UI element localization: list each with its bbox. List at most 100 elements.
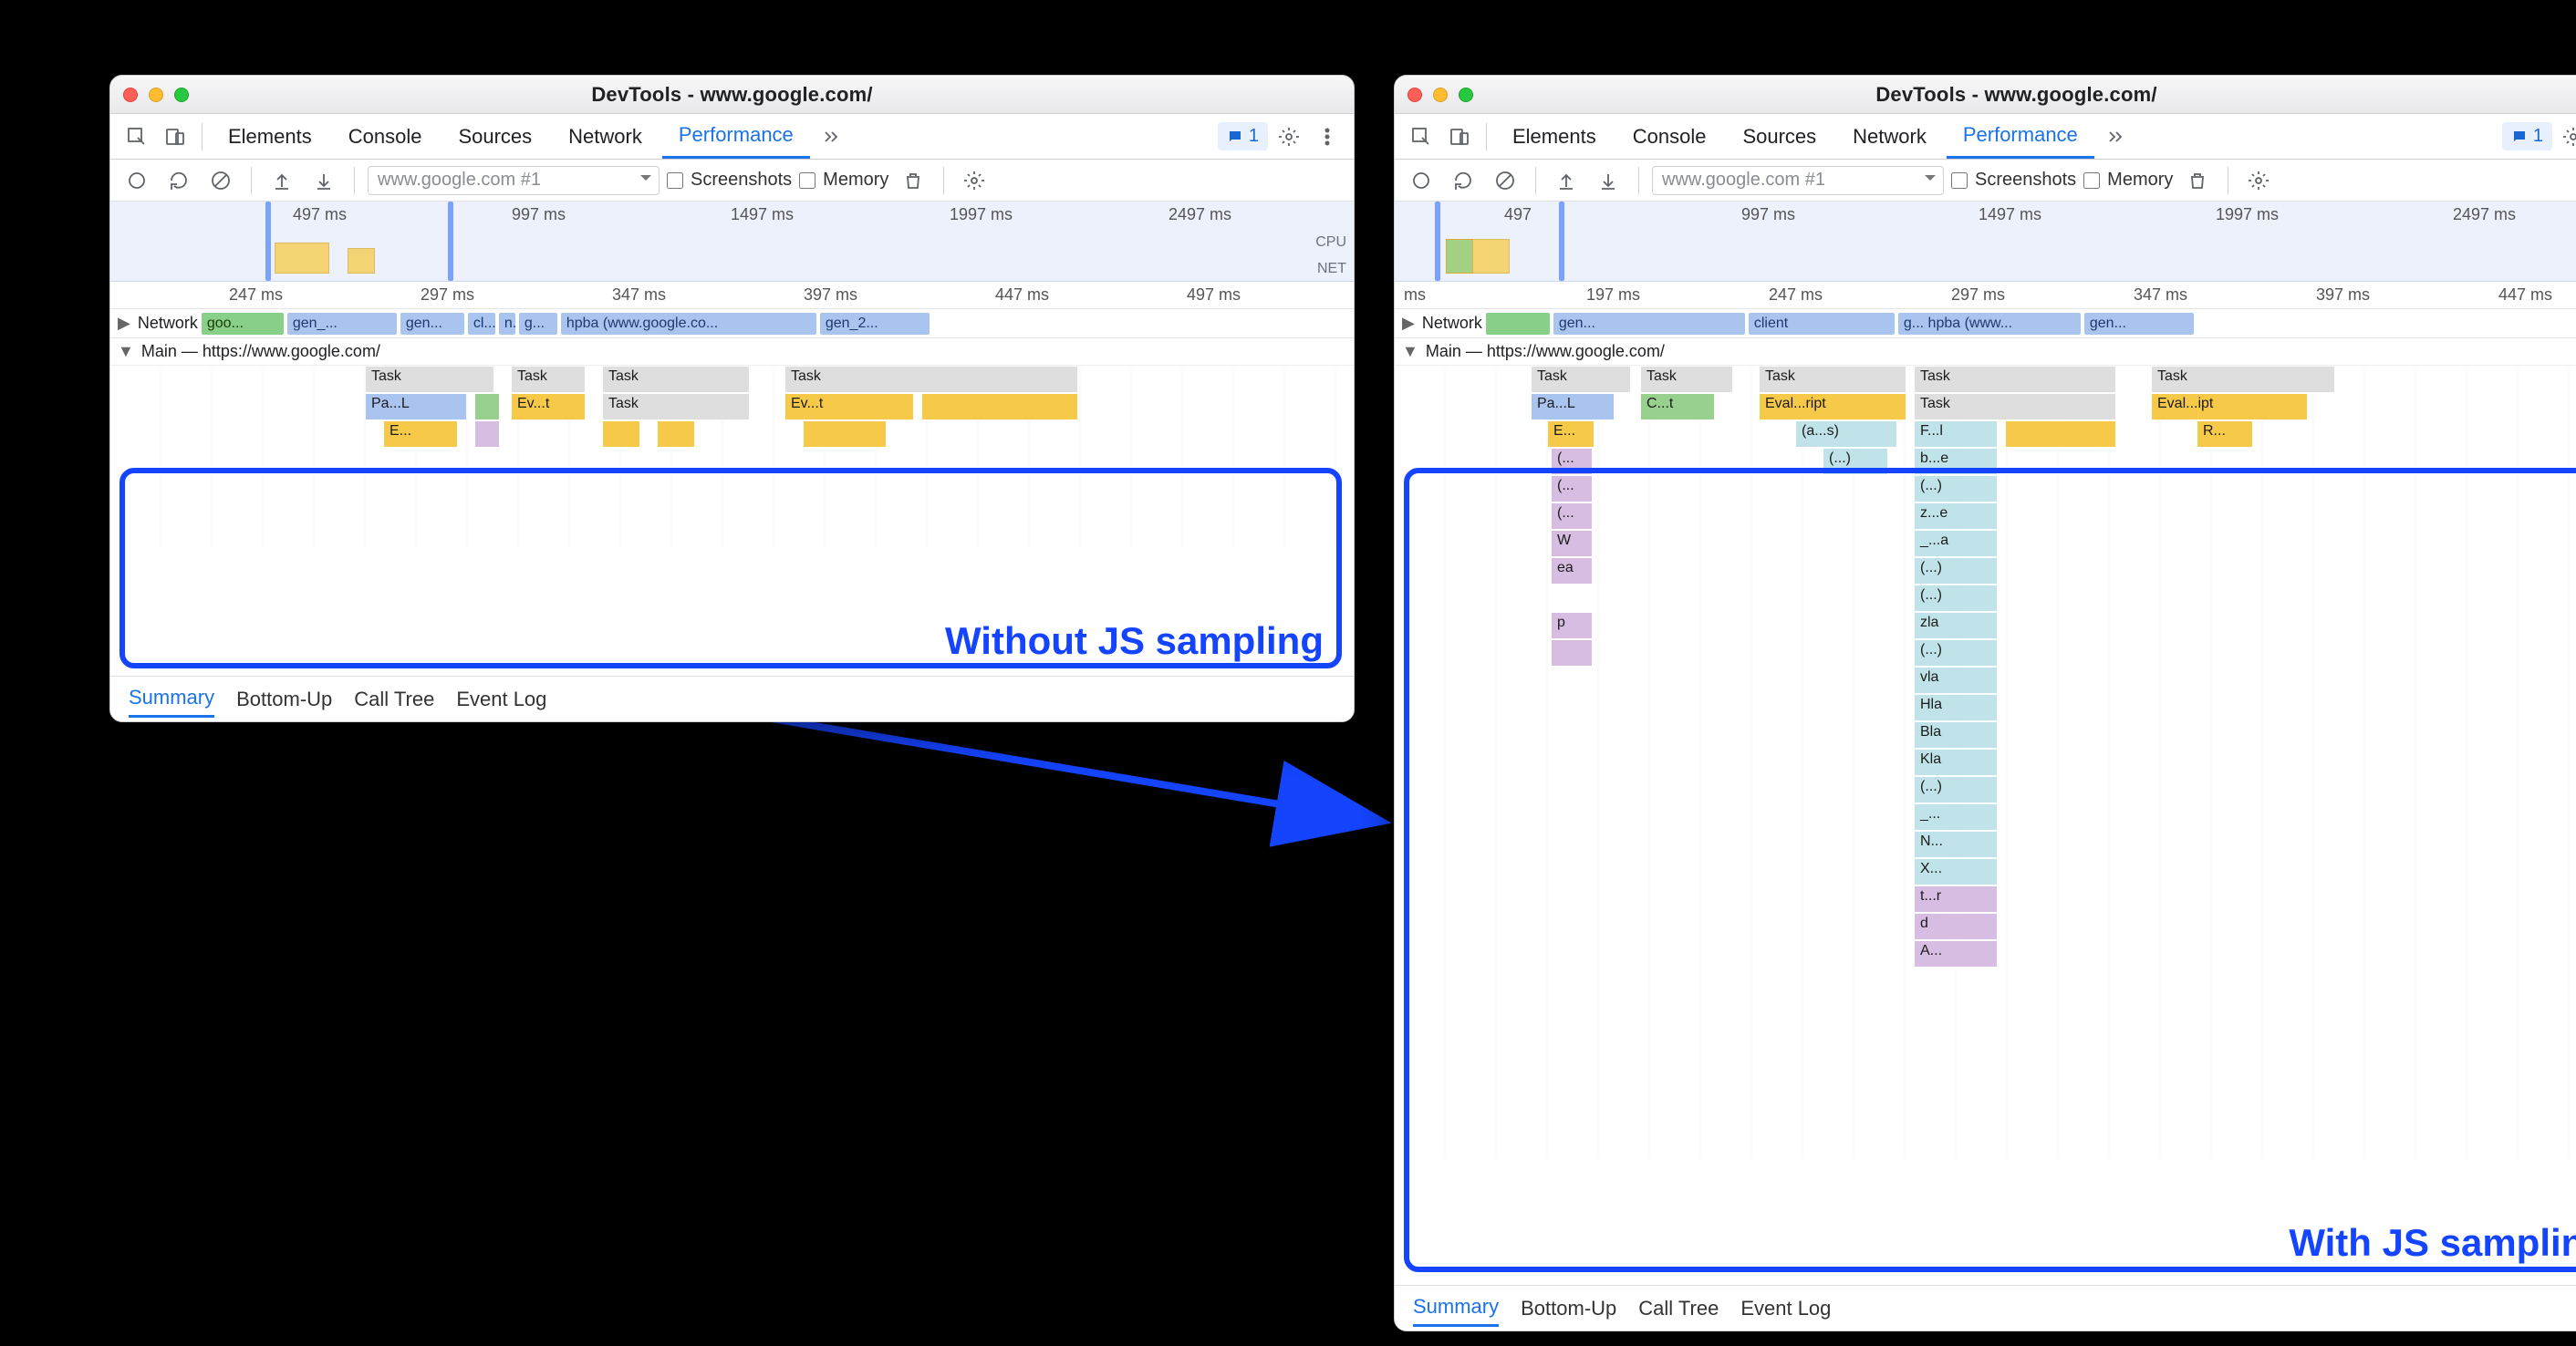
memory-checkbox[interactable]: Memory (799, 170, 888, 191)
kebab-icon[interactable] (1310, 119, 1345, 154)
btab-calltree[interactable]: Call Tree (354, 682, 434, 717)
flame-block[interactable]: (...) (1823, 449, 1887, 474)
download-icon[interactable] (306, 163, 341, 198)
memory-checkbox[interactable]: Memory (2083, 170, 2173, 191)
flame-block[interactable]: A... (1915, 941, 1997, 967)
network-track[interactable]: ▶Network gen...clientg... hpba (www...ge… (1395, 309, 2576, 338)
flame-block[interactable]: Task (1760, 367, 1906, 392)
flame-block[interactable]: Eval...ipt (2152, 394, 2307, 419)
settings-gear-icon[interactable] (2241, 163, 2276, 198)
screenshots-checkbox[interactable]: Screenshots (667, 170, 792, 191)
tab-performance[interactable]: Performance (662, 114, 810, 159)
flame-block[interactable] (603, 421, 639, 447)
network-segment[interactable]: g... hpba (www... (1898, 313, 2081, 335)
flame-block[interactable]: z...e (1915, 503, 1997, 529)
device-toggle-icon[interactable] (158, 119, 192, 154)
flame-block[interactable]: Task (785, 367, 1077, 392)
clear-icon[interactable] (203, 163, 238, 198)
flame-block[interactable]: Bla (1915, 722, 1997, 748)
recording-select[interactable]: www.google.com #1 (368, 166, 660, 195)
btab-summary[interactable]: Summary (1413, 1289, 1499, 1327)
close-icon[interactable] (1407, 88, 1422, 102)
flame-block[interactable]: Hla (1915, 695, 1997, 720)
flame-block[interactable]: Task (603, 367, 749, 392)
flame-block[interactable]: zla (1915, 613, 1997, 638)
gear-icon[interactable] (1272, 119, 1306, 154)
upload-icon[interactable] (265, 163, 299, 198)
flame-block[interactable]: ea (1552, 558, 1592, 584)
flame-block[interactable]: Task (603, 394, 749, 419)
overflow-chevrons-icon[interactable] (2098, 119, 2133, 154)
overview-timeline[interactable]: 497 ms997 ms1497 ms1997 ms2497 ms CPU NE… (110, 202, 1354, 282)
flame-block[interactable]: X... (1915, 859, 1997, 885)
maximize-icon[interactable] (174, 88, 189, 102)
tab-console[interactable]: Console (332, 114, 439, 159)
settings-gear-icon[interactable] (957, 163, 992, 198)
tab-network[interactable]: Network (1836, 114, 1943, 159)
overview-timeline[interactable]: 497997 ms1497 ms1997 ms2497 ms CPU NET (1395, 202, 2576, 282)
btab-bottomup[interactable]: Bottom-Up (236, 682, 332, 717)
flame-chart[interactable]: TaskTaskTaskTaskPa...LEv...tTaskEv...tE.… (110, 366, 1354, 548)
btab-eventlog[interactable]: Event Log (1740, 1291, 1831, 1326)
network-segment[interactable]: g... (519, 313, 557, 335)
flame-block[interactable]: d (1915, 914, 1997, 939)
flame-block[interactable]: Task (2152, 367, 2334, 392)
tab-elements[interactable]: Elements (1496, 114, 1613, 159)
flame-block[interactable] (922, 394, 1077, 419)
btab-calltree[interactable]: Call Tree (1638, 1291, 1719, 1326)
flame-block[interactable] (804, 421, 886, 447)
inspect-icon[interactable] (1404, 119, 1439, 154)
tab-sources[interactable]: Sources (1726, 114, 1833, 159)
flame-block[interactable]: Eval...ript (1760, 394, 1906, 419)
download-icon[interactable] (1591, 163, 1626, 198)
flame-block[interactable]: _...a (1915, 531, 1997, 556)
maximize-icon[interactable] (1459, 88, 1473, 102)
tab-performance[interactable]: Performance (1947, 114, 2094, 159)
time-ruler[interactable]: 247 ms297 ms347 ms397 ms447 ms497 ms (110, 282, 1354, 309)
network-segment[interactable]: gen... (2084, 313, 2194, 335)
issues-badge[interactable]: 1 (1218, 122, 1268, 150)
flame-block[interactable]: t...r (1915, 886, 1997, 912)
flame-block[interactable]: (...) (1915, 640, 1997, 666)
gear-icon[interactable] (2556, 119, 2576, 154)
overflow-chevrons-icon[interactable] (814, 119, 848, 154)
flame-block[interactable]: C...t (1641, 394, 1714, 419)
flame-block[interactable]: p (1552, 613, 1592, 638)
flame-block[interactable]: Kla (1915, 750, 1997, 775)
flame-block[interactable]: Task (1532, 367, 1630, 392)
device-toggle-icon[interactable] (1442, 119, 1477, 154)
gc-icon[interactable] (2180, 163, 2215, 198)
flame-block[interactable]: Pa...L (1532, 394, 1614, 419)
time-ruler[interactable]: ms197 ms247 ms297 ms347 ms397 ms447 ms (1395, 282, 2576, 309)
reload-record-icon[interactable] (161, 163, 196, 198)
upload-icon[interactable] (1549, 163, 1584, 198)
flame-block[interactable]: (...) (1915, 476, 1997, 502)
flame-block[interactable]: vla (1915, 668, 1997, 693)
flame-block[interactable]: (...) (1915, 777, 1997, 802)
network-segment[interactable]: cl... (468, 313, 495, 335)
main-thread-header[interactable]: ▼Main — https://www.google.com/ (110, 338, 1354, 366)
flame-block[interactable]: W (1552, 531, 1592, 556)
flame-block[interactable]: (... (1552, 449, 1592, 474)
flame-block[interactable]: _... (1915, 804, 1997, 830)
network-segment[interactable] (1486, 313, 1550, 335)
flame-block[interactable]: (... (1552, 476, 1592, 502)
close-icon[interactable] (123, 88, 138, 102)
network-segment[interactable]: n... (499, 313, 515, 335)
flame-block[interactable] (475, 421, 499, 447)
inspect-icon[interactable] (119, 119, 154, 154)
btab-eventlog[interactable]: Event Log (456, 682, 546, 717)
flame-block[interactable]: (... (1552, 503, 1592, 529)
flame-block[interactable] (2006, 421, 2115, 447)
flame-block[interactable]: (...) (1915, 558, 1997, 584)
flame-block[interactable] (658, 421, 694, 447)
gc-icon[interactable] (896, 163, 930, 198)
flame-block[interactable]: R... (2197, 421, 2252, 447)
main-thread-header[interactable]: ▼Main — https://www.google.com/ (1395, 338, 2576, 366)
flame-block[interactable]: Task (1641, 367, 1732, 392)
minimize-icon[interactable] (149, 88, 163, 102)
network-track[interactable]: ▶Network goo...gen_...gen...cl...n...g..… (110, 309, 1354, 338)
record-icon[interactable] (1404, 163, 1439, 198)
btab-bottomup[interactable]: Bottom-Up (1521, 1291, 1616, 1326)
tab-console[interactable]: Console (1616, 114, 1723, 159)
